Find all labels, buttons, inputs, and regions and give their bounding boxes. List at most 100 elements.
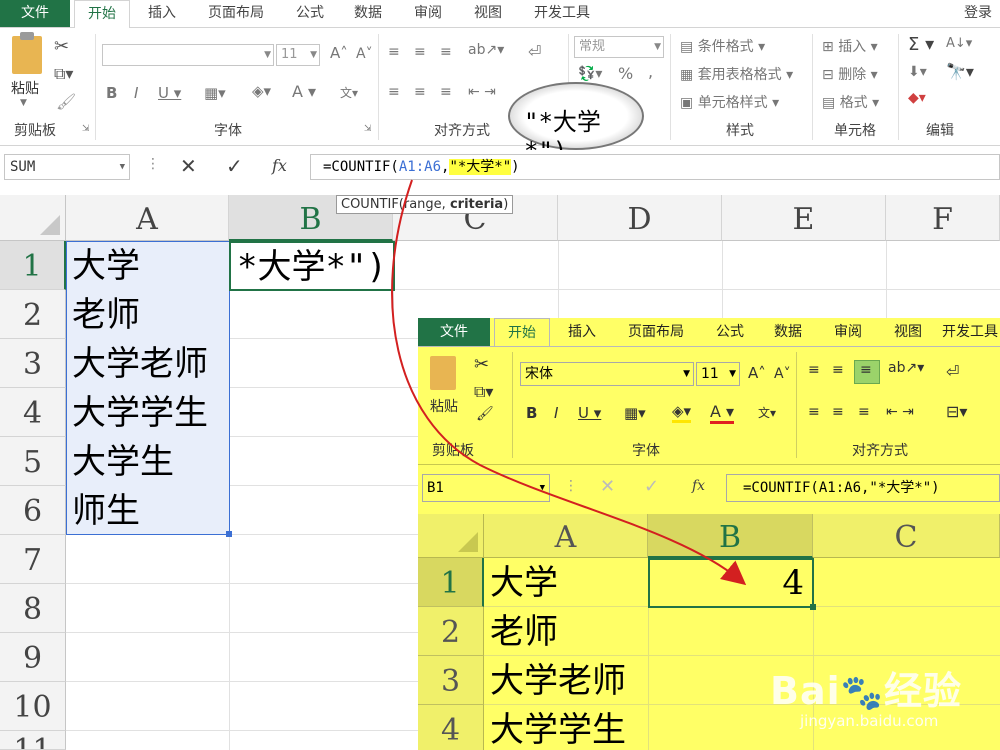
inset-underline-button[interactable]: U ▾ (578, 404, 601, 422)
row-header-4[interactable]: 4 (0, 388, 66, 437)
inset-column-header-c[interactable]: C (813, 514, 1000, 558)
enter-icon[interactable]: ✓ (226, 154, 243, 178)
orientation-icon[interactable]: ab↗▾ (468, 42, 504, 58)
align-center-icon[interactable]: ≡ (414, 84, 426, 100)
inset-cell-a3[interactable]: 大学老师 (484, 656, 648, 705)
tab-file[interactable]: 文件 (0, 0, 70, 27)
inset-paste-icon[interactable] (430, 356, 456, 390)
fill-icon[interactable]: ⬇▾ (908, 64, 927, 80)
format-cells-button[interactable]: ▤ 格式 ▾ (822, 92, 879, 112)
inset-tab-formulas[interactable]: 公式 (704, 318, 756, 346)
conditional-format-button[interactable]: ▤ 条件格式 ▾ (680, 36, 765, 56)
inset-tab-review[interactable]: 审阅 (822, 318, 874, 346)
inset-tab-developer[interactable]: 开发工具 (942, 318, 1000, 346)
inset-column-header-a[interactable]: A (484, 514, 648, 558)
find-select-icon[interactable]: 🔭▾ (946, 62, 974, 81)
font-name-box[interactable]: ▼ (102, 44, 274, 66)
column-header-a[interactable]: A (66, 195, 229, 241)
bold-button[interactable]: B (106, 84, 117, 102)
inset-italic-button[interactable]: I (554, 404, 558, 422)
formula-input[interactable]: =COUNTIF(A1:A6,"*大学*") (310, 154, 1000, 180)
align-left-icon[interactable]: ≡ (388, 84, 400, 100)
row-header-10[interactable]: 10 (0, 682, 66, 731)
tab-formulas[interactable]: 公式 (284, 0, 336, 27)
inset-grow-font-icon[interactable]: A˄ (748, 364, 766, 382)
tab-data[interactable]: 数据 (342, 0, 394, 27)
inset-tab-view[interactable]: 视图 (882, 318, 934, 346)
inset-tab-home[interactable]: 开始 (494, 318, 550, 346)
tab-insert[interactable]: 插入 (134, 0, 190, 27)
inset-row-header-4[interactable]: 4 (418, 705, 484, 750)
inset-align-right-icon[interactable]: ≡ (858, 404, 870, 420)
inset-name-box[interactable]: B1 ▼ (422, 474, 550, 502)
font-launcher-icon[interactable]: ⇲ (364, 124, 372, 134)
login-link[interactable]: 登录 (964, 0, 1000, 27)
inset-merge-icon[interactable]: ⊟▾ (946, 402, 967, 421)
inset-cell-a2[interactable]: 老师 (484, 607, 648, 656)
autosum-icon[interactable]: Σ ▾ (908, 34, 934, 55)
percent-button[interactable]: % (618, 64, 633, 83)
insert-cells-button[interactable]: ⊞ 插入 ▾ (822, 36, 878, 56)
inset-format-painter-icon[interactable]: 🖌 (476, 406, 494, 422)
inset-cell-a4[interactable]: 大学学生 (484, 705, 648, 750)
inset-align-left-icon[interactable]: ≡ (808, 404, 820, 420)
inset-phonetic-icon[interactable]: 文▾ (758, 404, 776, 421)
inset-row-header-2[interactable]: 2 (418, 607, 484, 656)
inset-row-header-3[interactable]: 3 (418, 656, 484, 705)
inset-font-name-box[interactable]: 宋体 ▼ (520, 362, 694, 386)
insert-function-button[interactable]: fx (272, 156, 287, 175)
row-header-2[interactable]: 2 (0, 290, 66, 339)
inset-tab-insert[interactable]: 插入 (554, 318, 610, 346)
copy-icon[interactable]: ⧉▾ (54, 64, 73, 84)
column-header-e[interactable]: E (722, 195, 886, 241)
inset-bold-button[interactable]: B (526, 404, 537, 422)
border-icon[interactable]: ▦▾ (204, 84, 226, 102)
inset-column-header-b[interactable]: B (648, 514, 813, 558)
row-header-7[interactable]: 7 (0, 535, 66, 584)
table-format-button[interactable]: ▦ 套用表格格式 ▾ (680, 64, 793, 84)
inset-tab-page-layout[interactable]: 页面布局 (616, 318, 696, 346)
inset-paste-button[interactable]: 粘贴 (430, 396, 458, 416)
cancel-icon[interactable]: ✕ (180, 154, 197, 178)
cell-a3[interactable]: 大学老师 (66, 339, 229, 388)
column-header-f[interactable]: F (886, 195, 1000, 241)
inset-copy-icon[interactable]: ⧉▾ (474, 382, 493, 402)
currency-icon[interactable]: 💱▾ (578, 66, 602, 82)
inset-orientation-icon[interactable]: ab↗▾ (888, 360, 924, 376)
font-color-icon[interactable]: A ▾ (292, 82, 316, 101)
inset-cancel-icon[interactable]: ✕ (600, 476, 615, 497)
inset-formula-input[interactable]: =COUNTIF(A1:A6,"*大学*") (726, 474, 1000, 502)
inset-align-top-icon[interactable]: ≡ (808, 362, 820, 378)
font-size-box[interactable]: 11 ▼ (276, 44, 320, 66)
inset-cut-icon[interactable]: ✂ (474, 354, 489, 375)
inset-cell-a1[interactable]: 大学 (484, 558, 648, 607)
inset-align-center-icon[interactable]: ≡ (832, 404, 844, 420)
tab-developer[interactable]: 开发工具 (522, 0, 602, 27)
underline-button[interactable]: U ▾ (158, 84, 181, 102)
align-middle-icon[interactable]: ≡ (414, 44, 426, 60)
column-header-d[interactable]: D (558, 195, 722, 241)
inset-fill-handle[interactable] (810, 604, 816, 610)
inset-shrink-font-icon[interactable]: A˅ (774, 366, 791, 382)
row-header-11[interactable]: 11 (0, 731, 66, 750)
delete-cells-button[interactable]: ⊟ 删除 ▾ (822, 64, 878, 84)
inset-enter-icon[interactable]: ✓ (644, 476, 659, 497)
inset-tab-data[interactable]: 数据 (762, 318, 814, 346)
tab-review[interactable]: 审阅 (402, 0, 454, 27)
inset-row-header-1[interactable]: 1 (418, 558, 484, 607)
format-painter-icon[interactable]: 🖌 (56, 92, 76, 111)
cell-a1[interactable]: 大学 (66, 241, 229, 290)
row-header-9[interactable]: 9 (0, 633, 66, 682)
clipboard-launcher-icon[interactable]: ⇲ (82, 124, 90, 134)
align-bottom-icon[interactable]: ≡ (440, 44, 452, 60)
inset-tab-file[interactable]: 文件 (418, 318, 490, 346)
inset-font-size-box[interactable]: 11 ▼ (696, 362, 740, 386)
tab-home[interactable]: 开始 (74, 0, 130, 29)
inset-align-middle-icon[interactable]: ≡ (832, 362, 844, 378)
cut-icon[interactable]: ✂ (54, 36, 69, 57)
inset-insert-function-button[interactable]: fx (692, 478, 705, 494)
inset-border-icon[interactable]: ▦▾ (624, 404, 646, 422)
paste-button[interactable]: 粘贴 (11, 78, 39, 98)
fill-color-icon[interactable]: ◈▾ (252, 82, 271, 100)
paste-dropdown-icon[interactable]: ▼ (20, 98, 27, 108)
